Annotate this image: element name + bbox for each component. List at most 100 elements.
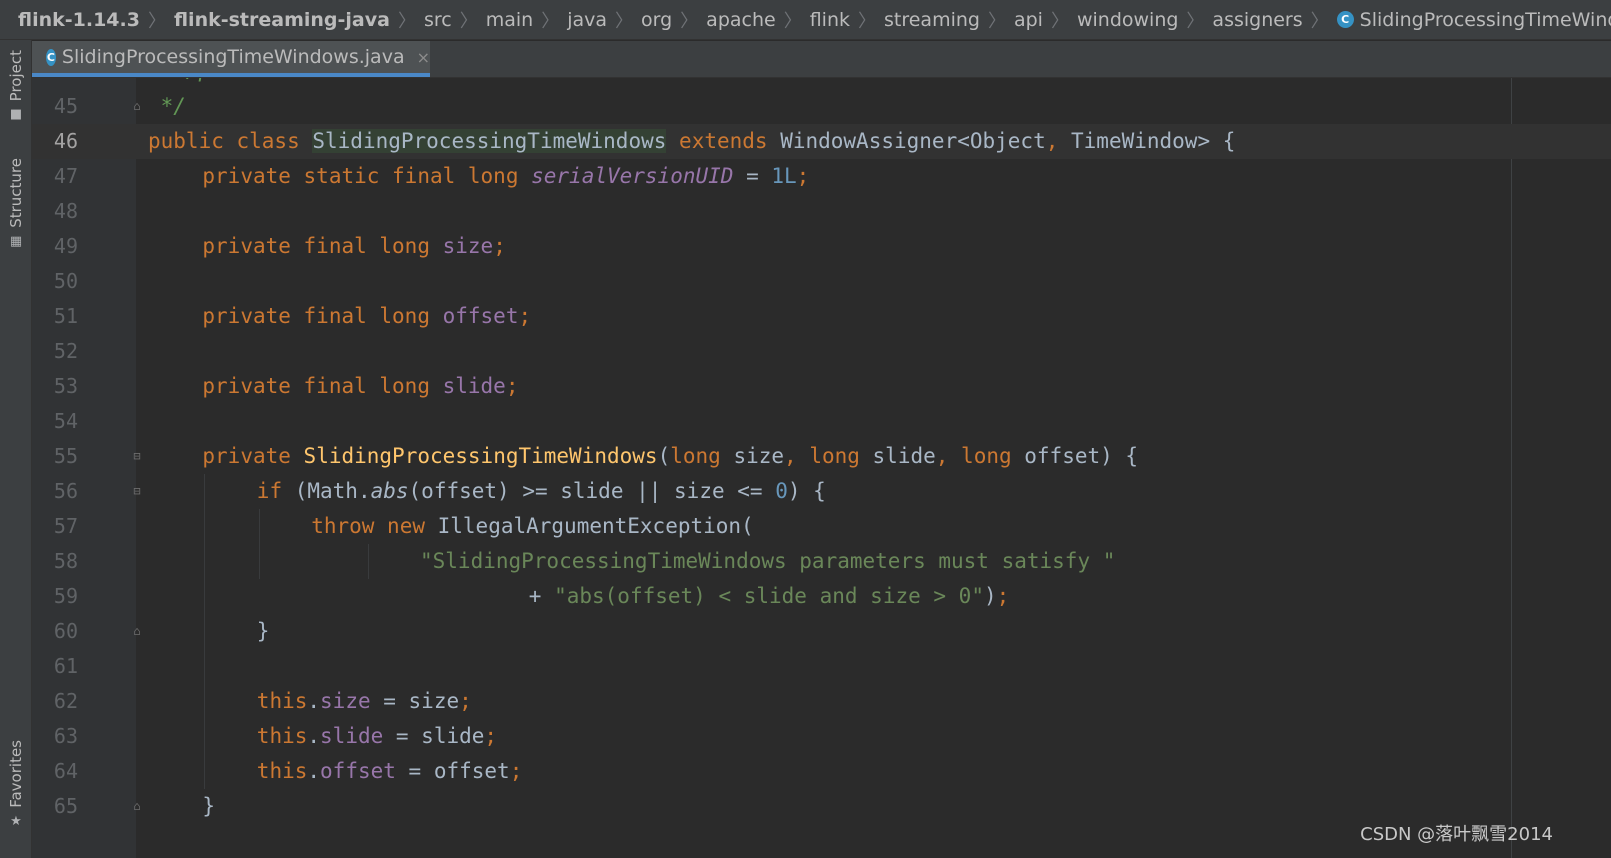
breadcrumb-item[interactable]: assigners [1212, 9, 1302, 31]
breadcrumb-item[interactable]: streaming [884, 9, 980, 31]
fold-close-icon[interactable]: ⌂ [130, 624, 144, 639]
watermark: CSDN @落叶飘雪2014 [1360, 824, 1553, 845]
code-text: private final long slide; [202, 369, 518, 404]
code-token: private static final long [202, 164, 532, 188]
code-token: (offset) >= slide || size <= [408, 479, 776, 503]
code-token: long [670, 444, 734, 468]
code-token: this [256, 689, 308, 713]
fold-close-icon[interactable]: ⌂ [130, 99, 144, 114]
code-token: this [256, 724, 308, 748]
code-line[interactable]: 63 this.slide = slide; [32, 719, 1611, 754]
favorites-tool-tab[interactable]: Favorites ★ [0, 740, 32, 829]
breadcrumb-item[interactable]: org [641, 9, 672, 31]
breadcrumb-item[interactable]: windowing [1077, 9, 1178, 31]
code-token: offset) { [1024, 444, 1139, 468]
code-line[interactable]: 65 ⌂} [32, 789, 1611, 824]
code-token: TimeWindow> { [1071, 129, 1236, 153]
structure-tool-tab[interactable]: Structure ▦ [0, 158, 32, 249]
code-token: = offset [395, 759, 510, 783]
code-line[interactable]: 49 private final long size; [32, 229, 1611, 264]
code-line[interactable]: 48 [32, 194, 1611, 229]
code-editor[interactable]: * </p> 45 ⌂ */ 46 public class SlidingProce… [32, 78, 1611, 858]
breadcrumb-label: flink-1.14.3 [18, 8, 140, 31]
code-token: "SlidingProcessingTimeWindows parameters… [420, 549, 1116, 573]
code-line[interactable]: 51 private final long offset; [32, 299, 1611, 334]
breadcrumb-item[interactable]: src [424, 9, 452, 31]
star-icon: ★ [10, 813, 22, 829]
code-text: this.size = size; [257, 684, 472, 719]
code-text: private SlidingProcessingTimeWindows(lon… [202, 439, 1138, 474]
code-text: private final long size; [202, 229, 505, 264]
code-token: SlidingProcessingTimeWindows [303, 444, 658, 468]
structure-icon: ▦ [9, 233, 23, 249]
code-token: public class [148, 129, 313, 153]
code-line[interactable]: 62 this.size = size; [32, 684, 1611, 719]
breadcrumb-label: api [1013, 8, 1043, 31]
code-token: this [256, 759, 308, 783]
breadcrumb-label: main [485, 8, 534, 31]
breadcrumb-item[interactable]: flink [810, 9, 850, 31]
code-token: , [784, 444, 810, 468]
line-number: 57 [53, 514, 78, 538]
code-token: slide [872, 444, 936, 468]
breadcrumb-label: org [641, 8, 673, 31]
code-line[interactable]: 53 private final long slide; [32, 369, 1611, 404]
code-token: ; [493, 234, 506, 258]
code-line[interactable]: 56 ⊟ if (Math.abs(offset) >= slide || size… [32, 474, 1611, 509]
code-line[interactable]: 54 [32, 404, 1611, 439]
code-line[interactable]: 47 private static final long serialVersio… [32, 159, 1611, 194]
line-number: 45 [53, 94, 78, 118]
tab-sliding-processing-time-windows[interactable]: C SlidingProcessingTimeWindows.java × [32, 41, 430, 77]
code-token: offset [320, 759, 396, 783]
code-line[interactable]: 45 ⌂ */ [32, 89, 1611, 124]
line-number: 54 [53, 409, 78, 433]
breadcrumb-item[interactable]: apache [706, 9, 776, 31]
breadcrumb-label: assigners [1212, 8, 1303, 31]
code-token: ; [505, 374, 519, 398]
fold-close-icon[interactable]: ⌂ [130, 799, 144, 814]
code-line[interactable]: 50 [32, 264, 1611, 299]
line-number: 48 [53, 199, 78, 223]
code-text: this.offset = offset; [257, 754, 523, 789]
fold-open-icon[interactable]: ⊟ [130, 484, 144, 499]
fold-open-icon[interactable]: ⊟ [130, 449, 144, 464]
breadcrumb-item[interactable]: flink-1.14.3 [18, 9, 140, 31]
code-text: "SlidingProcessingTimeWindows parameters… [420, 544, 1115, 579]
code-line[interactable]: 57 throw new IllegalArgumentException( [32, 509, 1611, 544]
project-tool-tab[interactable]: Project ■ [0, 50, 32, 122]
code-line[interactable]: 59 + "abs(offset) < slide and size > 0"); [32, 579, 1611, 614]
code-line[interactable]: 55 ⊟ private SlidingProcessingTimeWindows(… [32, 439, 1611, 474]
breadcrumb-item[interactable]: main [486, 9, 533, 31]
code-token: WindowAssigner<Object [780, 129, 1046, 153]
code-line[interactable]: 61 [32, 649, 1611, 684]
code-line[interactable]: 60 ⌂} [32, 614, 1611, 649]
code-area[interactable]: * </p> 45 ⌂ */ 46 public class SlidingProce… [32, 78, 1611, 858]
breadcrumb-item[interactable]: java [567, 9, 607, 31]
breadcrumb-separator: 〉 [147, 10, 166, 32]
code-token: private final long [202, 304, 443, 328]
code-text: + "abs(offset) < slide and size > 0"); [529, 579, 1009, 614]
code-token: size [733, 444, 785, 468]
tab-label: SlidingProcessingTimeWindows.java [61, 46, 405, 68]
breadcrumb-item[interactable]: C SlidingProcessingTimeWindows [1336, 9, 1611, 31]
indent-guide [258, 509, 260, 579]
code-line[interactable]: 58 "SlidingProcessingTimeWindows paramete… [32, 544, 1611, 579]
code-token: slide [442, 374, 506, 398]
code-line[interactable]: 64 this.offset = offset; [32, 754, 1611, 789]
code-token: } [202, 794, 216, 818]
code-line[interactable]: 46 public class SlidingProcessingTimeWind… [32, 124, 1611, 159]
line-number: 58 [53, 549, 78, 573]
code-token: private final long [202, 234, 443, 258]
code-text: private static final long serialVersionU… [202, 159, 809, 194]
close-icon[interactable]: × [417, 48, 430, 67]
breadcrumb-separator: 〉 [541, 10, 560, 32]
breadcrumb-item[interactable]: flink-streaming-java [174, 9, 390, 31]
code-token: SlidingProcessingTimeWindows [312, 129, 667, 153]
code-line[interactable]: 52 [32, 334, 1611, 369]
code-token: . [307, 724, 321, 748]
line-number: 59 [53, 584, 78, 608]
breadcrumb-item[interactable]: api [1014, 9, 1043, 31]
code-token: private final long [202, 374, 443, 398]
breadcrumb-separator: 〉 [1050, 10, 1069, 32]
indent-guide [367, 544, 369, 579]
